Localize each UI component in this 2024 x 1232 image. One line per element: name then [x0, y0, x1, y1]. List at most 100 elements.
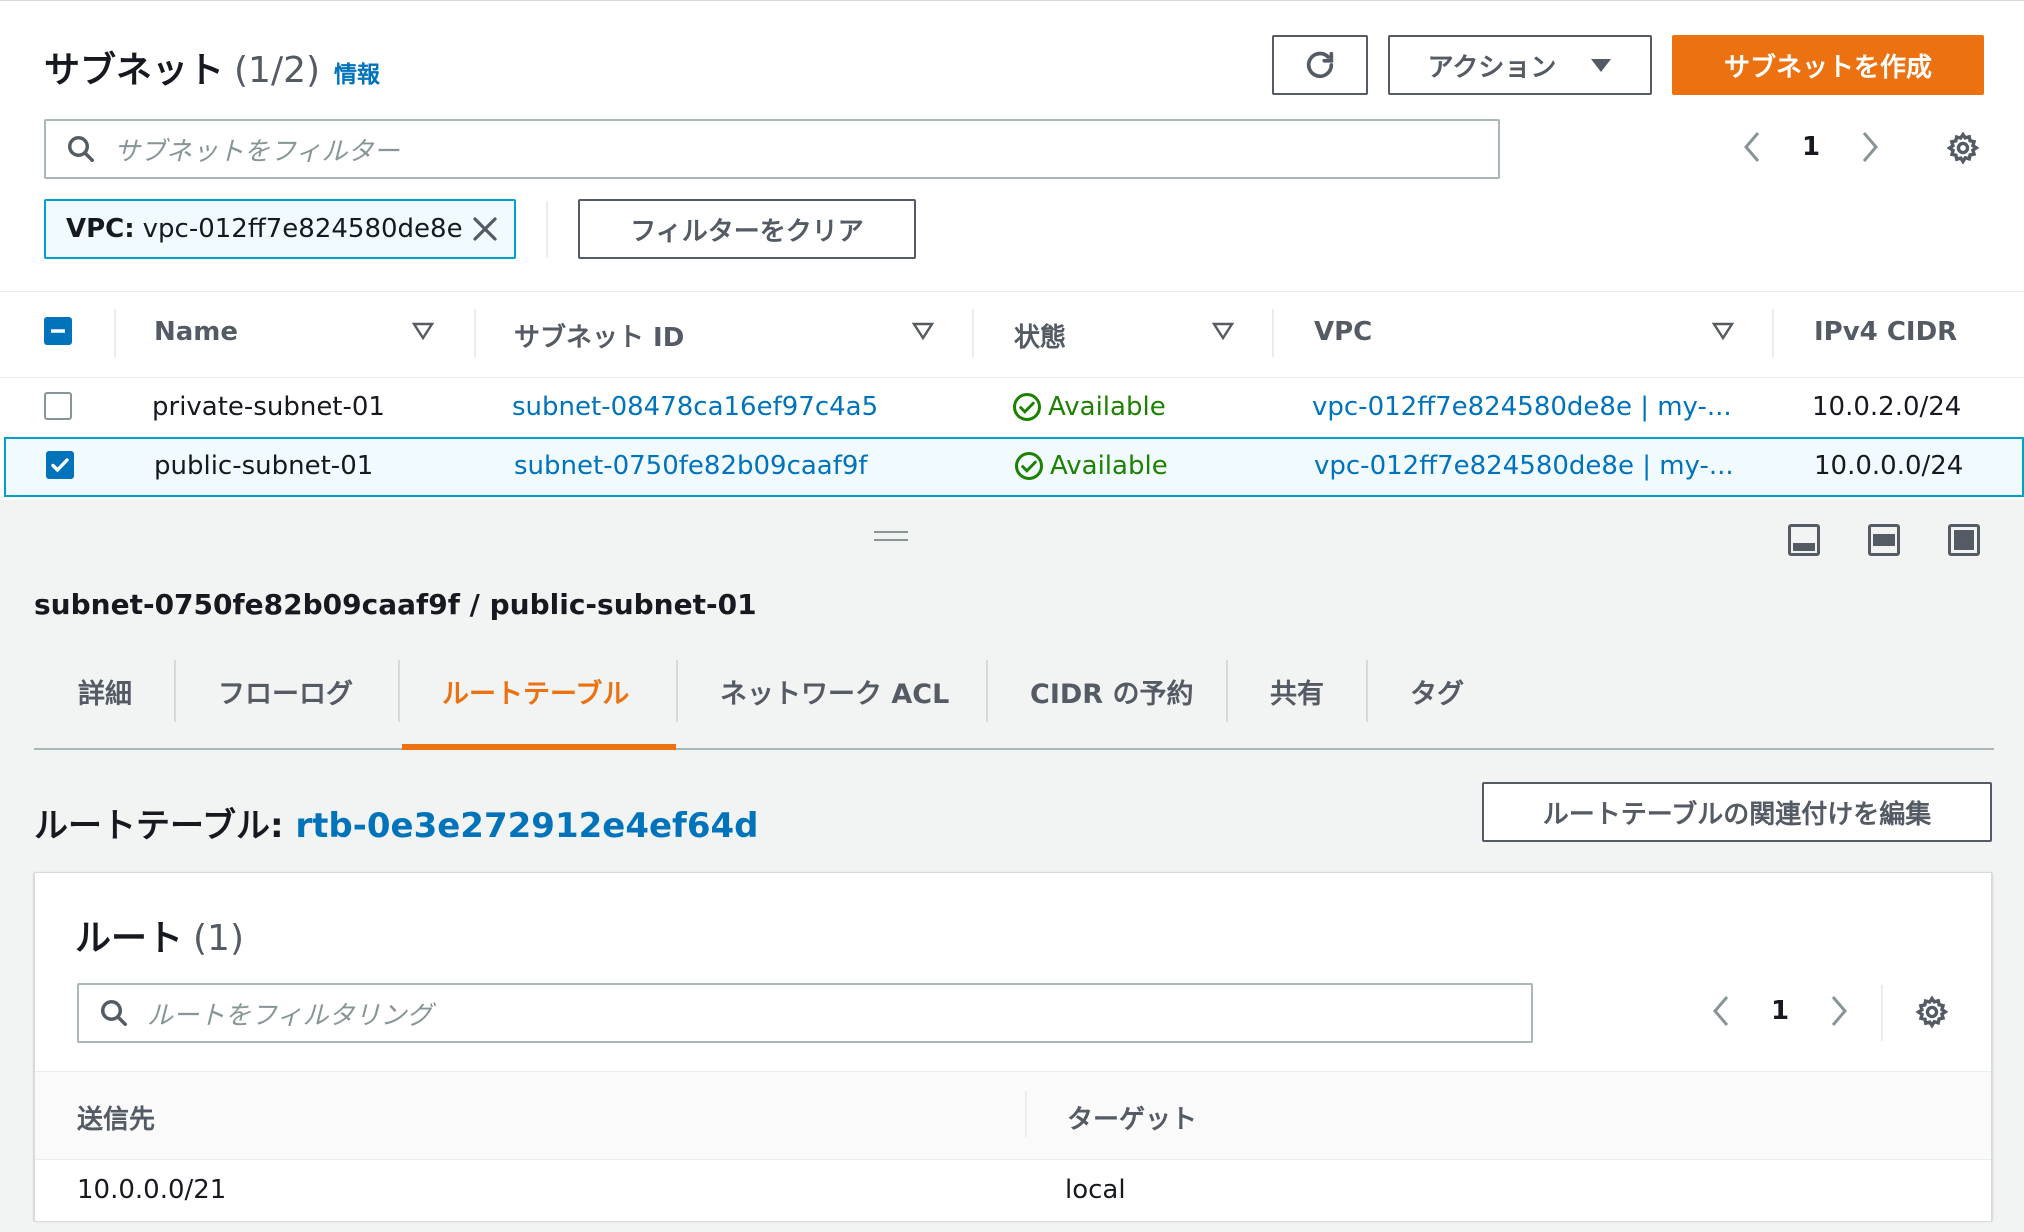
- route-destination: 10.0.0.0/21: [77, 1175, 227, 1205]
- table-top-rule: [0, 291, 2024, 292]
- tab-separator: [174, 660, 176, 722]
- refresh-button[interactable]: [1272, 35, 1368, 95]
- create-subnet-button[interactable]: サブネットを作成: [1672, 35, 1984, 95]
- split-panel-resize-handle[interactable]: [874, 531, 908, 541]
- routes-table-top-rule: [35, 1071, 1991, 1072]
- chevron-left-icon[interactable]: [1709, 993, 1733, 1029]
- tab-flow-logs[interactable]: フローログ: [218, 672, 353, 711]
- row-checkbox[interactable]: [44, 392, 72, 420]
- chevron-right-icon[interactable]: [1827, 993, 1851, 1029]
- tab-separator: [676, 660, 678, 722]
- route-table-label: ルートテーブル:: [34, 806, 284, 846]
- column-separator: [114, 309, 116, 357]
- close-icon[interactable]: [470, 214, 500, 244]
- refresh-icon: [1306, 51, 1334, 78]
- tab-cidr-reservations[interactable]: CIDR の予約: [1030, 672, 1193, 711]
- page-number[interactable]: 1: [1771, 996, 1789, 1026]
- clear-filter-button[interactable]: フィルターをクリア: [578, 199, 916, 259]
- tab-separator: [1226, 660, 1228, 722]
- selection-count: (1/2): [234, 50, 321, 91]
- info-link[interactable]: 情報: [334, 55, 380, 89]
- ipv4-cidr: 10.0.2.0/24: [1812, 392, 1962, 422]
- split-bottom-icon[interactable]: [1788, 524, 1820, 556]
- column-header-vpc[interactable]: VPC: [1314, 317, 1372, 347]
- tab-tags[interactable]: タグ: [1410, 672, 1464, 711]
- filter-placeholder: サブネットをフィルター: [114, 136, 400, 167]
- routes-filter-input[interactable]: ルートをフィルタリング: [77, 983, 1533, 1043]
- split-full-icon[interactable]: [1948, 524, 1980, 556]
- status-available: Available: [1012, 392, 1166, 422]
- filter-divider: [546, 201, 548, 257]
- tab-network-acl[interactable]: ネットワーク ACL: [720, 672, 949, 711]
- subnet-id-link[interactable]: subnet-0750fe82b09caaf9f: [514, 451, 868, 481]
- tab-separator: [1366, 660, 1368, 722]
- subnet-name: public-subnet-01: [154, 451, 374, 481]
- search-icon: [68, 136, 94, 162]
- sort-icon[interactable]: [1212, 321, 1234, 341]
- gear-icon[interactable]: [1915, 995, 1949, 1029]
- routes-container: ルート (1) ルートをフィルタリング 1 送信先 ターゲット 10.0.0.0/…: [34, 872, 1992, 1221]
- caret-down-icon: [1591, 59, 1612, 72]
- column-separator: [972, 309, 974, 357]
- table-row[interactable]: private-subnet-01 subnet-08478ca16ef97c4…: [0, 377, 2024, 437]
- split-middle-icon[interactable]: [1868, 524, 1900, 556]
- check-circle-icon: [1015, 452, 1043, 480]
- column-header-state[interactable]: 状態: [1014, 317, 1066, 354]
- subnets-panel: サブネット (1/2) 情報 アクション サブネットを作成 サブネットをフィルター…: [0, 0, 2024, 500]
- tab-sharing[interactable]: 共有: [1270, 672, 1324, 711]
- token-key: VPC:: [66, 214, 135, 244]
- column-header-ipv4-cidr[interactable]: IPv4 CIDR: [1814, 317, 1957, 347]
- column-separator: [1772, 309, 1774, 357]
- routes-count: (1): [193, 918, 245, 959]
- active-tab-indicator: [402, 744, 676, 750]
- tab-details[interactable]: 詳細: [78, 672, 132, 711]
- page-number[interactable]: 1: [1802, 132, 1820, 162]
- column-separator: [1272, 309, 1274, 357]
- tab-separator: [398, 660, 400, 722]
- tab-route-table[interactable]: ルートテーブル: [442, 672, 629, 711]
- tabs-baseline: [34, 748, 1994, 750]
- chevron-right-icon[interactable]: [1858, 129, 1882, 165]
- routes-filter-placeholder: ルートをフィルタリング: [147, 1000, 433, 1031]
- row-checkbox[interactable]: [46, 451, 74, 479]
- check-circle-icon: [1013, 393, 1041, 421]
- tab-separator: [986, 660, 988, 722]
- pager-divider: [1881, 985, 1883, 1041]
- routes-pagination: 1: [1709, 993, 1851, 1029]
- column-header-target[interactable]: ターゲット: [1067, 1099, 1197, 1136]
- minus-icon: [51, 329, 65, 333]
- route-table-id-link[interactable]: rtb-0e3e272912e4ef64d: [295, 806, 758, 846]
- gear-icon[interactable]: [1946, 131, 1980, 165]
- table-row: [35, 1159, 1991, 1221]
- status-available: Available: [1014, 451, 1168, 481]
- ipv4-cidr: 10.0.0.0/24: [1814, 451, 1964, 481]
- subnet-name: private-subnet-01: [152, 392, 385, 422]
- search-icon: [101, 1000, 127, 1026]
- edit-route-table-association-button[interactable]: ルートテーブルの関連付けを編集: [1482, 782, 1992, 842]
- select-all-checkbox[interactable]: [44, 317, 72, 345]
- token-value: vpc-012ff7e824580de8e: [142, 214, 463, 244]
- sort-icon[interactable]: [912, 321, 934, 341]
- sort-icon[interactable]: [1712, 321, 1734, 341]
- column-header-destination[interactable]: 送信先: [77, 1099, 155, 1136]
- routes-title: ルート (1): [75, 918, 245, 959]
- column-separator: [474, 309, 476, 357]
- actions-dropdown-button[interactable]: アクション: [1388, 35, 1652, 95]
- checkmark-icon: [51, 458, 69, 473]
- table-row-selected[interactable]: public-subnet-01 subnet-0750fe82b09caaf9…: [4, 437, 2024, 497]
- vpc-link[interactable]: vpc-012ff7e824580de8e | my-...: [1314, 451, 1734, 481]
- actions-label: アクション: [1427, 52, 1557, 83]
- route-target: local: [1065, 1175, 1126, 1205]
- chevron-left-icon[interactable]: [1740, 129, 1764, 165]
- column-header-subnet-id[interactable]: サブネット ID: [514, 317, 684, 354]
- column-header-name[interactable]: Name: [154, 317, 238, 347]
- page-title: サブネット (1/2): [44, 50, 321, 91]
- pagination: 1: [1740, 129, 1882, 165]
- column-separator: [1025, 1091, 1027, 1137]
- sort-icon[interactable]: [412, 321, 434, 341]
- subnet-id-link[interactable]: subnet-08478ca16ef97c4a5: [512, 392, 878, 422]
- vpc-link[interactable]: vpc-012ff7e824580de8e | my-...: [1312, 392, 1732, 422]
- subnet-filter-input[interactable]: サブネットをフィルター: [44, 119, 1500, 179]
- filter-token-vpc: VPC: vpc-012ff7e824580de8e: [44, 199, 516, 259]
- detail-title: subnet-0750fe82b09caaf9f / public-subnet…: [34, 588, 757, 621]
